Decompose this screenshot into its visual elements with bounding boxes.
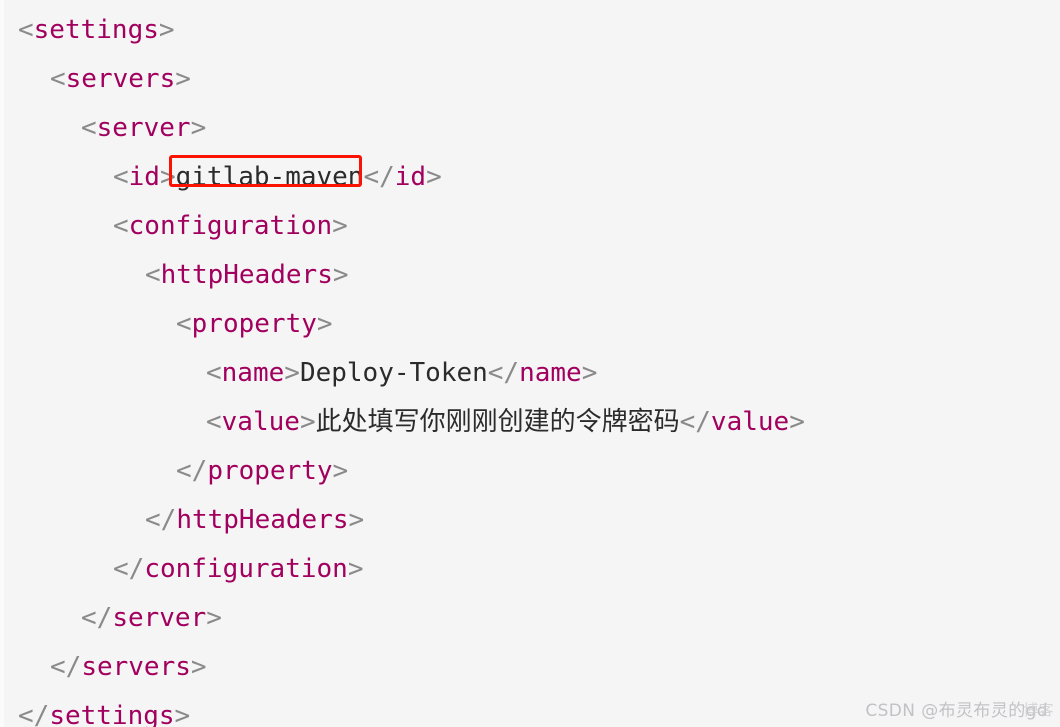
code-token-punc: > [316, 309, 333, 339]
code-line: <server> [0, 104, 805, 153]
watermark-logo-text: 博客 [1023, 701, 1054, 719]
code-line: <configuration> [0, 202, 805, 251]
code-token-punc: > [332, 260, 349, 290]
xml-code-block: <settings> <servers> <server> <id>gitlab-ma… [0, 0, 805, 727]
code-token-punc: > [190, 113, 207, 143]
code-token-punc: </ [363, 162, 395, 192]
code-token-punc: > [332, 211, 348, 241]
code-token-tag: settings [49, 701, 175, 727]
code-token-punc: > [206, 603, 222, 633]
code-token-punc: < [206, 358, 222, 388]
code-token-punc: </ [176, 456, 208, 486]
code-token-tag: server [96, 113, 191, 143]
code-token-punc: </ [50, 652, 82, 682]
code-token-cjk: 此处填写你刚刚创建的令牌密码 [315, 407, 680, 437]
code-token-punc: </ [145, 505, 177, 535]
code-token-punc: > [190, 652, 207, 682]
watermark-text: CSDN @布灵布灵的gd [865, 701, 1048, 721]
code-line: </server> [0, 594, 805, 643]
code-token-tag: servers [81, 652, 191, 682]
code-token-tag: id [128, 162, 160, 192]
code-line: <id>gitlab-maven</id> [0, 153, 805, 202]
code-token-punc: > [789, 407, 805, 437]
code-token-punc: < [113, 211, 129, 241]
code-line: <name>Deploy-Token</name> [0, 349, 805, 398]
code-token-tag: configuration [128, 211, 333, 241]
code-snippet-screenshot: <settings> <servers> <server> <id>gitlab-ma… [0, 0, 1060, 727]
code-line: <settings> [0, 6, 805, 55]
code-token-text: gitlab-maven [175, 162, 364, 192]
code-line: </settings> [0, 692, 805, 727]
code-token-punc: > [299, 407, 316, 437]
code-token-punc: > [159, 162, 176, 192]
code-token-punc: < [50, 64, 66, 94]
code-token-punc: > [174, 701, 191, 727]
code-line: </servers> [0, 643, 805, 692]
code-token-punc: < [145, 260, 161, 290]
code-token-tag: property [191, 309, 317, 339]
code-token-punc: < [18, 15, 34, 45]
code-token-tag: value [221, 407, 300, 437]
code-line: </configuration> [0, 545, 805, 594]
code-token-tag: configuration [144, 554, 348, 584]
code-token-punc: < [81, 113, 97, 143]
code-token-punc: > [347, 554, 364, 584]
code-line: <value>此处填写你刚刚创建的令牌密码</value> [0, 398, 805, 447]
code-token-punc: </ [679, 407, 711, 437]
code-token-tag: value [710, 407, 790, 437]
code-token-punc: > [284, 358, 300, 388]
code-token-punc: > [581, 358, 598, 388]
code-token-punc: </ [113, 554, 145, 584]
code-line: </httpHeaders> [0, 496, 805, 545]
code-token-punc: > [332, 456, 349, 486]
code-token-tag: servers [65, 64, 176, 94]
code-token-punc: </ [487, 358, 520, 388]
code-token-punc: < [113, 162, 129, 192]
code-token-tag: settings [33, 15, 159, 45]
code-line: <property> [0, 300, 805, 349]
code-token-punc: < [176, 309, 192, 339]
code-line: <httpHeaders> [0, 251, 805, 300]
code-token-punc: </ [18, 701, 50, 727]
code-token-punc: < [206, 407, 222, 437]
code-token-tag: name [519, 358, 582, 388]
code-token-tag: name [221, 358, 285, 388]
code-token-punc: > [426, 162, 442, 192]
code-line: </property> [0, 447, 805, 496]
code-token-tag: server [112, 603, 207, 633]
code-token-punc: > [158, 15, 175, 45]
code-token-punc: </ [81, 603, 113, 633]
code-token-tag: property [207, 456, 333, 486]
code-token-text: Deploy-Token [299, 358, 488, 388]
code-line: <servers> [0, 55, 805, 104]
code-token-punc: > [348, 505, 365, 535]
code-token-punc: > [175, 64, 191, 94]
code-token-tag: id [394, 162, 427, 192]
code-token-tag: httpHeaders [160, 260, 333, 290]
csdn-watermark: CSDN @布灵布灵的gd 博客 [865, 696, 1053, 721]
code-token-tag: httpHeaders [176, 505, 349, 535]
